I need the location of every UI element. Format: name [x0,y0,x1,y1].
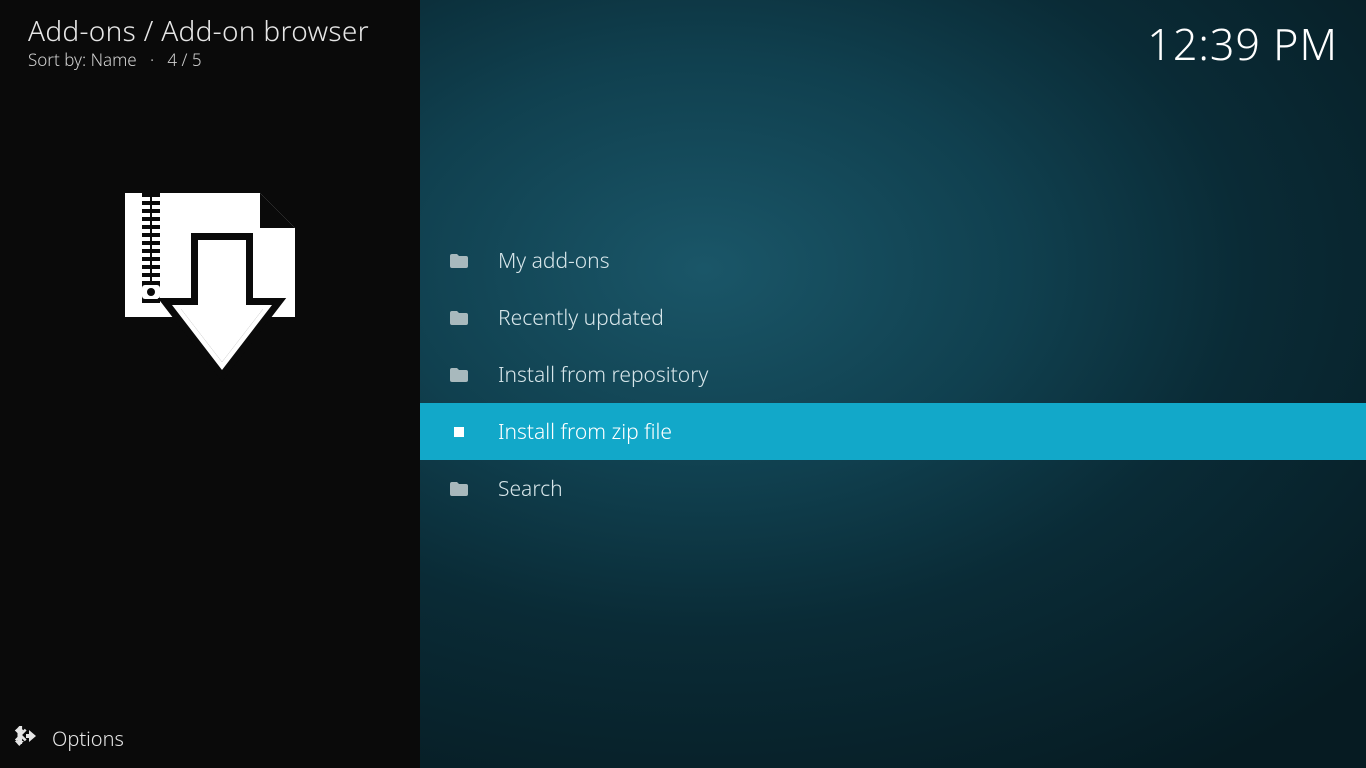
list-position: 4 / 5 [167,48,201,71]
zip-icon [450,423,468,441]
options-icon [14,725,38,752]
folder-icon [450,366,468,384]
sort-label: Sort by: Name [28,48,137,71]
menu-item-my-add-ons[interactable]: My add-ons [420,232,1366,289]
menu-item-label: Install from zip file [498,418,672,446]
clock: 12:39 PM [1147,14,1338,73]
menu-item-label: Search [498,475,563,503]
folder-icon [450,480,468,498]
install-zip-icon [120,185,300,385]
folder-icon [450,309,468,327]
sidebar: Add-ons / Add-on browser Sort by: Name ·… [0,0,420,768]
addon-menu: My add-ons Recently updated Install from r… [420,232,1366,517]
options-button[interactable]: Options [14,725,124,752]
options-label: Options [52,725,124,752]
breadcrumb: Add-ons / Add-on browser [28,12,369,50]
menu-item-label: Recently updated [498,304,664,332]
separator: · [150,48,154,71]
menu-item-install-from-repository[interactable]: Install from repository [420,346,1366,403]
menu-item-label: Install from repository [498,361,708,389]
main-panel: 12:39 PM My add-ons Recently updated Insta… [420,0,1366,768]
folder-icon [450,252,468,270]
menu-item-label: My add-ons [498,247,610,275]
menu-item-recently-updated[interactable]: Recently updated [420,289,1366,346]
menu-item-search[interactable]: Search [420,460,1366,517]
sort-line: Sort by: Name · 4 / 5 [28,48,202,71]
menu-item-install-from-zip-file[interactable]: Install from zip file [420,403,1366,460]
